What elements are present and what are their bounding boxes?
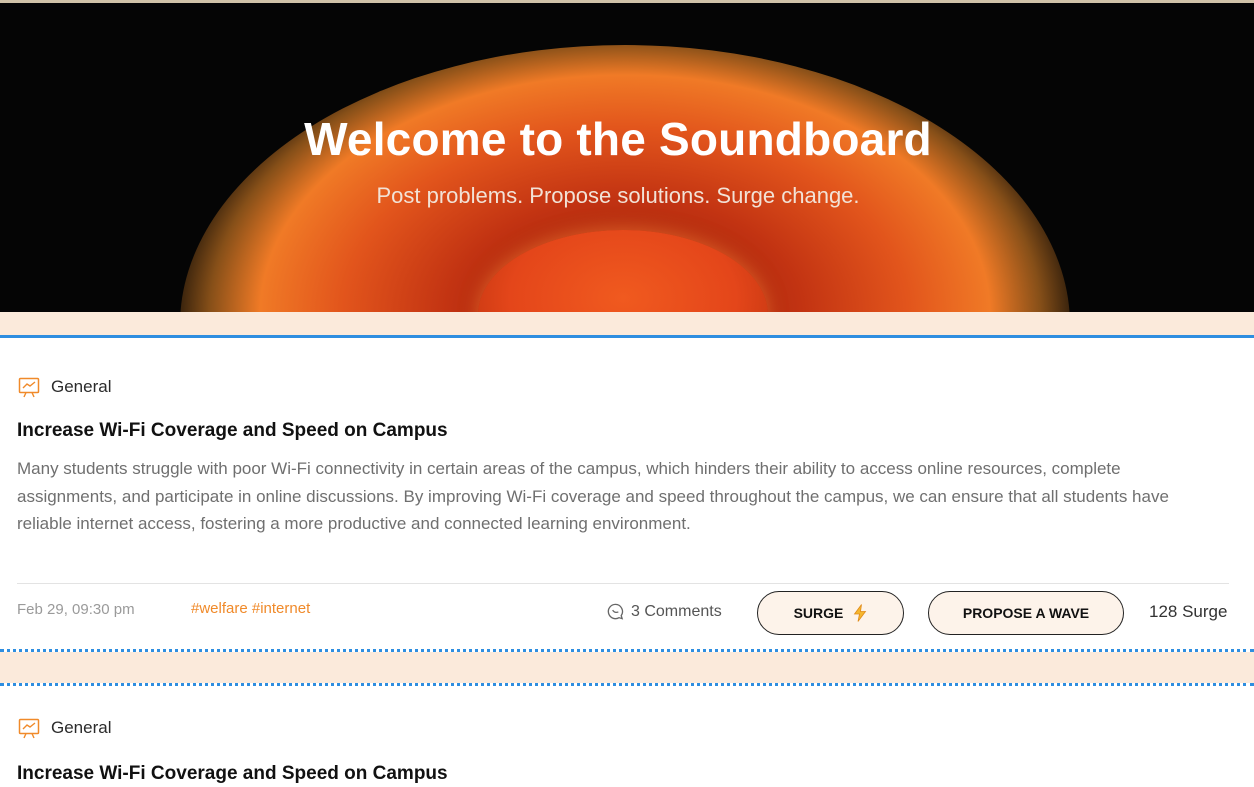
post-title[interactable]: Increase Wi-Fi Coverage and Speed on Cam… — [17, 763, 448, 785]
post-title[interactable]: Increase Wi-Fi Coverage and Speed on Cam… — [17, 420, 448, 442]
category-label: General — [51, 377, 112, 396]
presentation-board-icon — [18, 718, 40, 739]
hero-subtitle: Post problems. Propose solutions. Surge … — [376, 183, 860, 208]
post-divider — [17, 583, 1229, 584]
post-category[interactable]: General — [17, 716, 111, 740]
post-tags[interactable]: #welfare #internet — [191, 600, 310, 617]
post-body: Many students struggle with poor Wi-Fi c… — [17, 459, 1169, 533]
hero-top-border — [0, 0, 1254, 3]
comments-link[interactable]: 3 Comments — [606, 602, 722, 621]
hero-title: Welcome to the Soundboard — [304, 113, 932, 165]
surge-count: 128 Surge — [1149, 602, 1228, 621]
comments-count: 3 Comments — [631, 602, 722, 620]
category-label: General — [51, 718, 112, 737]
surge-button-label: SURGE — [793, 605, 844, 621]
propose-wave-label: PROPOSE A WAVE — [962, 605, 1090, 621]
post-card[interactable]: General Increase Wi-Fi Coverage and Spee… — [0, 683, 1254, 787]
post-card[interactable]: General Increase Wi-Fi Coverage and Spee… — [0, 335, 1254, 652]
post-date: Feb 29, 09:30 pm — [17, 601, 135, 618]
lightning-icon — [854, 604, 867, 622]
hero-banner: Welcome to the Soundboard Post problems.… — [0, 0, 1254, 312]
chat-bubble-icon — [607, 603, 624, 620]
propose-wave-button[interactable]: PROPOSE A WAVE — [928, 591, 1124, 635]
post-category[interactable]: General — [17, 375, 111, 399]
surge-button[interactable]: SURGE — [757, 591, 904, 635]
presentation-board-icon — [18, 377, 40, 398]
